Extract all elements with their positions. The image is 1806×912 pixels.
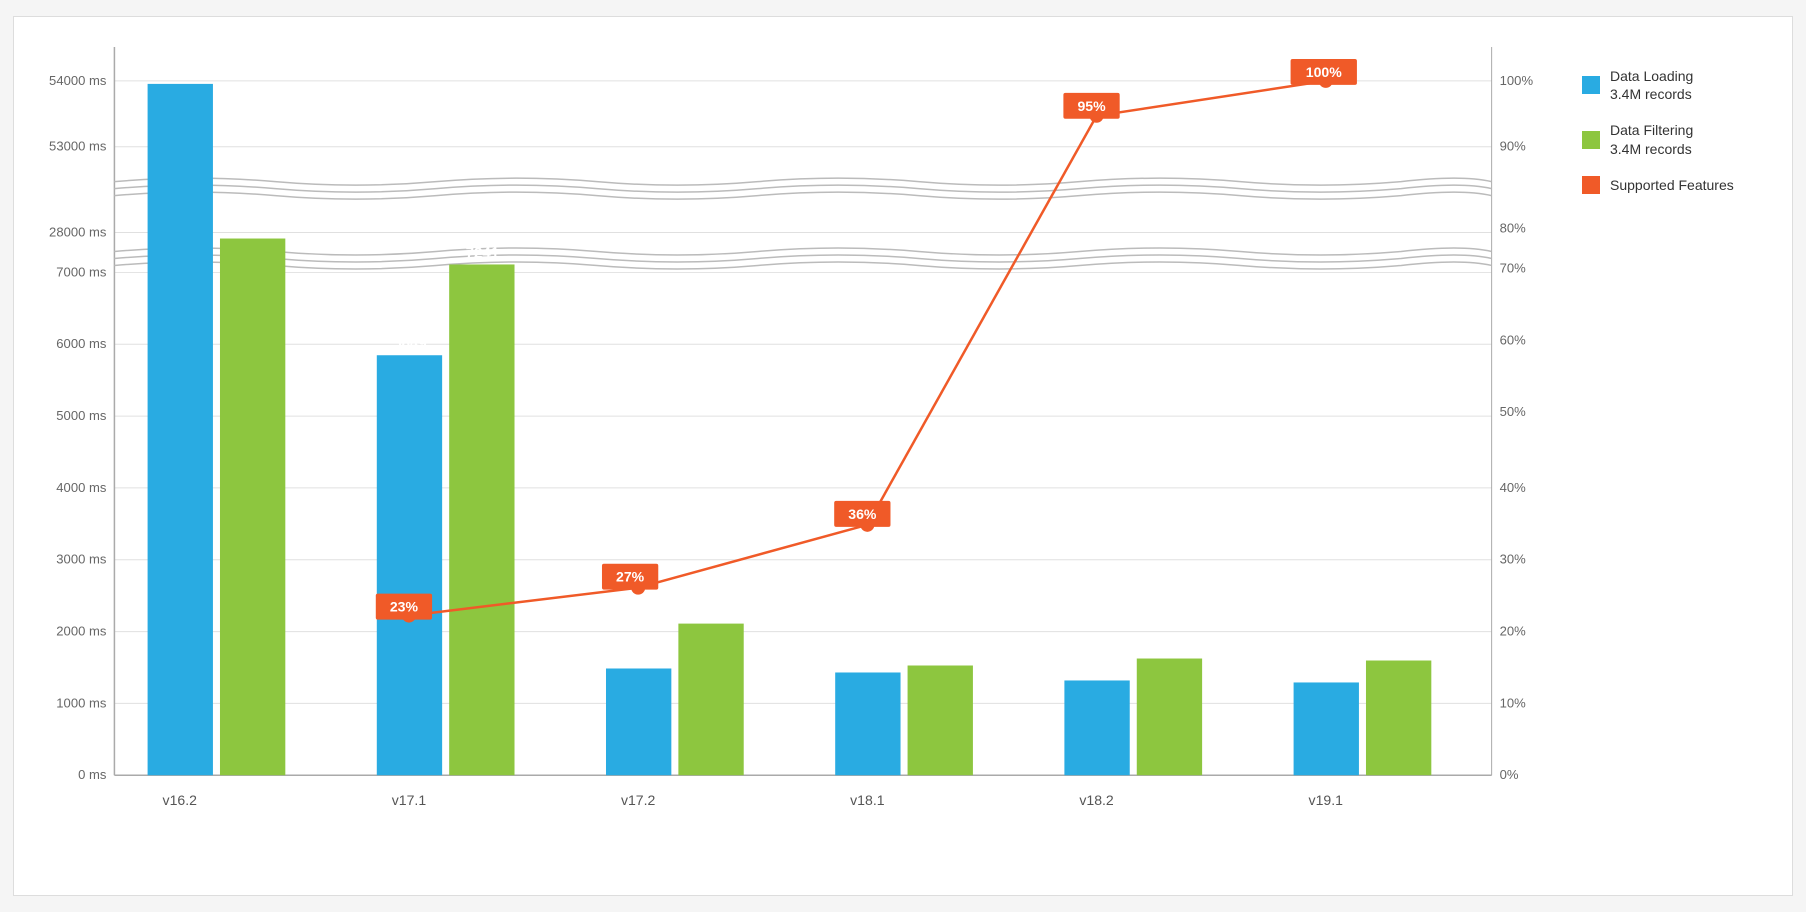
pct-label-v18-2: 95% <box>1077 98 1106 114</box>
svg-text:3000 ms: 3000 ms <box>56 552 107 567</box>
svg-text:2000 ms: 2000 ms <box>56 624 107 639</box>
bar-v19-1-green <box>1366 661 1431 776</box>
x-label-v18-2: v18.2 <box>1079 792 1114 808</box>
svg-text:10%: 10% <box>1500 695 1527 710</box>
svg-text:90%: 90% <box>1500 139 1527 154</box>
bar-v18-1-blue <box>835 672 900 775</box>
legend-color-red <box>1582 176 1600 194</box>
legend: Data Loading3.4M records Data Filtering3… <box>1562 37 1782 875</box>
svg-text:70%: 70% <box>1500 260 1527 275</box>
x-label-v17-2: v17.2 <box>621 792 656 808</box>
legend-label-blue: Data Loading3.4M records <box>1610 67 1693 103</box>
x-label-v19-1: v19.1 <box>1309 792 1344 808</box>
label-v19-1-blue: 1287 <box>1310 663 1344 680</box>
label-v17-1-green: 7241 <box>466 245 500 262</box>
svg-text:1000 ms: 1000 ms <box>56 695 107 710</box>
x-label-v18-1: v18.1 <box>850 792 885 808</box>
svg-text:0 ms: 0 ms <box>78 767 107 782</box>
label-v17-1-blue: 5849 <box>393 335 427 352</box>
pct-label-v19-1: 100% <box>1306 64 1343 80</box>
label-v18-1-green: 1527 <box>924 646 958 663</box>
legend-color-green <box>1582 131 1600 149</box>
chart-container: 0 ms 1000 ms 2000 ms 3000 ms 4000 ms 500… <box>13 16 1793 896</box>
legend-label-red: Supported Features <box>1610 176 1734 194</box>
svg-text:28000 ms: 28000 ms <box>49 225 107 240</box>
label-v18-1-blue: 1428 <box>852 653 886 670</box>
label-v16-2-green: 27786 <box>231 219 273 236</box>
label-v16-2-blue: 53426 <box>160 64 202 81</box>
x-label-v16-2: v16.2 <box>163 792 198 808</box>
bar-v18-1-green <box>908 666 973 776</box>
main-chart: 0 ms 1000 ms 2000 ms 3000 ms 4000 ms 500… <box>34 37 1562 875</box>
pct-label-v17-1: 23% <box>390 599 419 615</box>
bar-v18-2-green <box>1137 659 1202 776</box>
legend-item-green: Data Filtering3.4M records <box>1582 121 1772 157</box>
legend-item-red: Supported Features <box>1582 176 1772 194</box>
label-v17-2-blue: 1481 <box>622 649 656 666</box>
bar-v18-2-blue <box>1064 680 1129 775</box>
svg-text:54000 ms: 54000 ms <box>49 73 107 88</box>
label-v17-2-green: 2112 <box>695 604 728 621</box>
svg-text:20%: 20% <box>1500 624 1527 639</box>
svg-text:60%: 60% <box>1500 332 1527 347</box>
bar-v17-2-green <box>678 624 743 776</box>
svg-text:50%: 50% <box>1500 404 1527 419</box>
bar-v19-1-blue <box>1294 682 1359 775</box>
svg-text:30%: 30% <box>1500 552 1527 567</box>
label-v18-2-blue: 1321 <box>1081 661 1115 678</box>
svg-text:4000 ms: 4000 ms <box>56 480 107 495</box>
svg-text:80%: 80% <box>1500 221 1527 236</box>
legend-label-green: Data Filtering3.4M records <box>1610 121 1693 157</box>
chart-area: 0 ms 1000 ms 2000 ms 3000 ms 4000 ms 500… <box>34 37 1562 875</box>
bar-v16-2-green <box>220 239 285 776</box>
label-v19-1-green: 1601 <box>1382 641 1416 658</box>
svg-text:5000 ms: 5000 ms <box>56 408 107 423</box>
pct-label-v17-2: 27% <box>616 569 645 585</box>
bar-v16-2-blue <box>148 84 213 775</box>
svg-text:40%: 40% <box>1500 480 1527 495</box>
svg-text:53000 ms: 53000 ms <box>49 139 107 154</box>
bar-v17-1-green <box>449 264 514 775</box>
bar-v17-1-blue <box>377 355 442 775</box>
label-v18-2-green: 1628 <box>1153 639 1187 656</box>
legend-color-blue <box>1582 76 1600 94</box>
svg-text:7000 ms: 7000 ms <box>56 264 107 279</box>
pct-label-v18-1: 36% <box>848 506 877 522</box>
x-label-v17-1: v17.1 <box>392 792 427 808</box>
svg-text:100%: 100% <box>1500 73 1534 88</box>
svg-text:0%: 0% <box>1500 767 1519 782</box>
svg-text:6000 ms: 6000 ms <box>56 336 107 351</box>
legend-item-blue: Data Loading3.4M records <box>1582 67 1772 103</box>
bar-v17-2-blue <box>606 668 671 775</box>
